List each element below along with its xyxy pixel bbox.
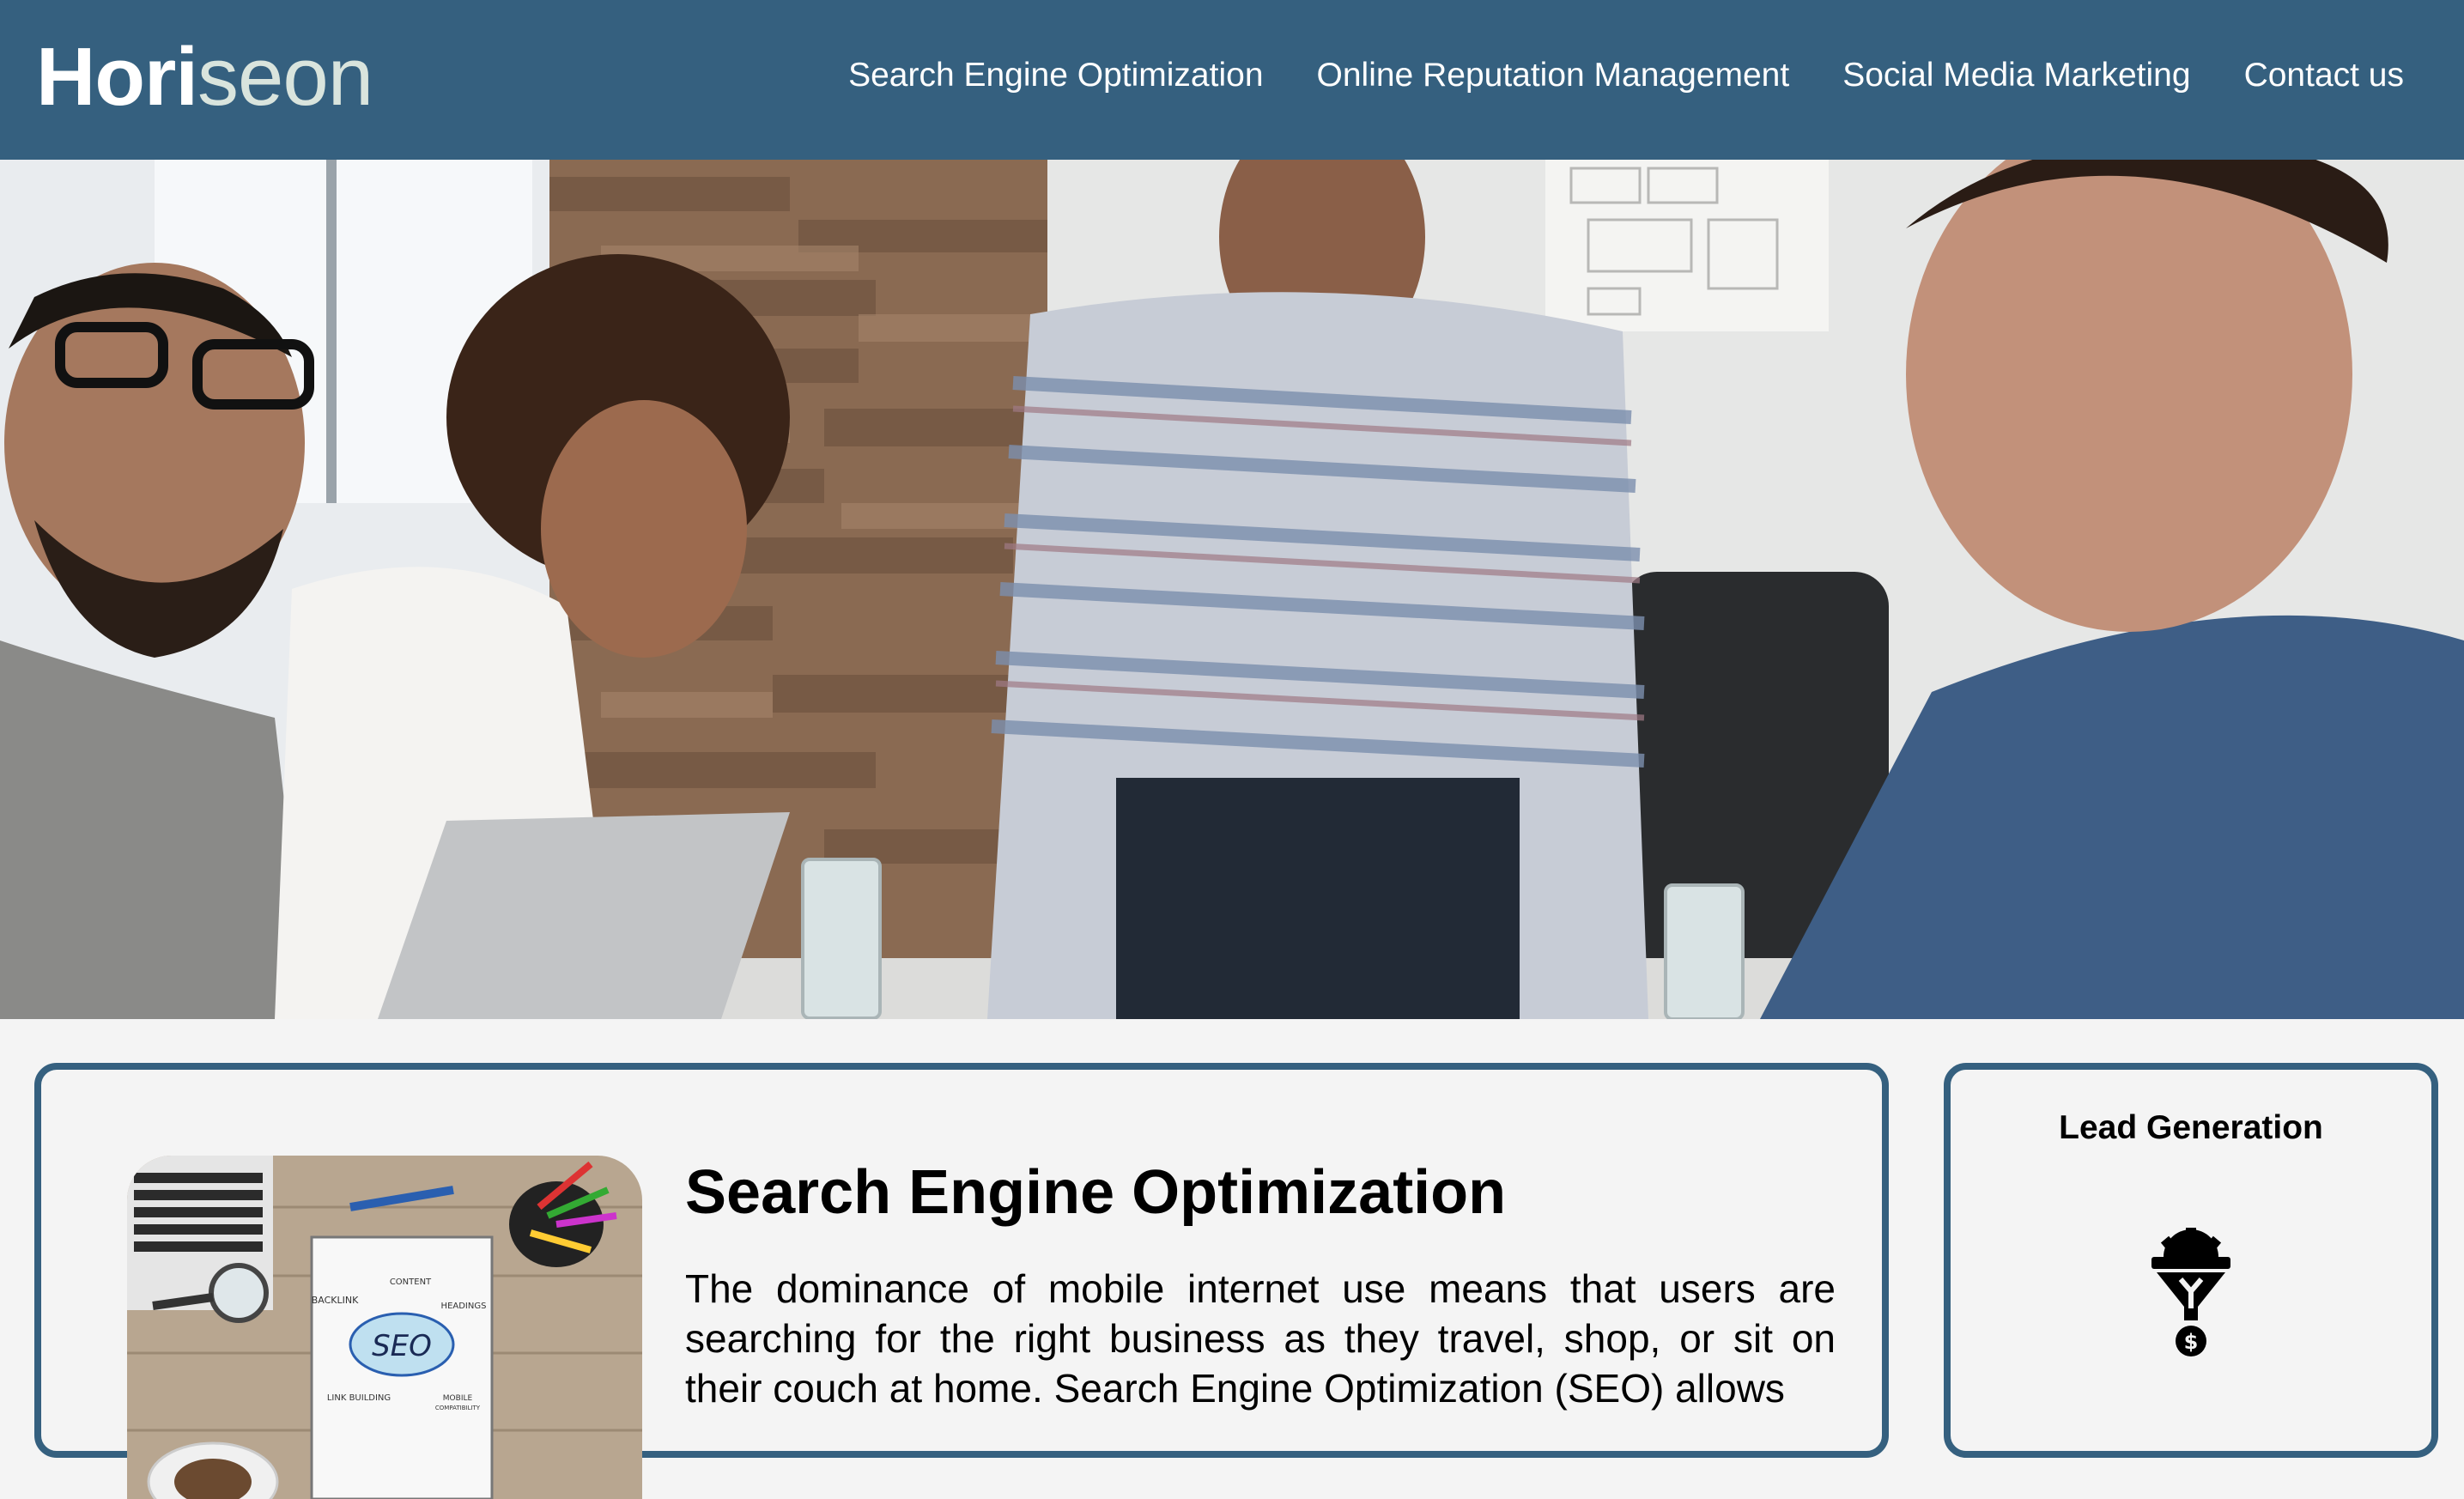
seo-image: SEO CONTENT BACKLINK HEADINGS LINK BUILD…	[127, 1156, 642, 1499]
site-logo[interactable]: Horiseon	[36, 26, 373, 129]
nav-link-reputation[interactable]: Online Reputation Management	[1317, 50, 1790, 101]
seo-description: The dominance of mobile internet use mea…	[685, 1266, 1836, 1411]
headings-label: HEADINGS	[441, 1302, 487, 1311]
hero-image	[0, 160, 2464, 1019]
lead-generation-title: Lead Generation	[2059, 1109, 2323, 1146]
seo-desk-photo: SEO CONTENT BACKLINK HEADINGS LINK BUILD…	[127, 1156, 642, 1499]
lead-generation-funnel-icon: $	[2151, 1228, 2230, 1356]
compatibility-label: COMPATIBILITY	[435, 1405, 481, 1411]
mobile-label: MOBILE	[443, 1394, 473, 1403]
content-label: CONTENT	[390, 1277, 432, 1287]
logo-text-main: Hori	[36, 31, 198, 123]
seo-card: SEO CONTENT BACKLINK HEADINGS LINK BUILD…	[34, 1063, 1889, 1499]
page-title: Search Engine Optimization	[685, 1158, 1507, 1227]
nav-link-social-media[interactable]: Social Media Marketing	[1842, 50, 2190, 101]
logo-text-accent: seon	[197, 31, 373, 123]
nav-link-seo[interactable]: Search Engine Optimization	[848, 50, 1263, 101]
svg-text:$: $	[2184, 1330, 2199, 1354]
seo-label: SEO	[372, 1329, 432, 1363]
nav-link-contact[interactable]: Contact us	[2244, 50, 2404, 101]
team-meeting-photo	[0, 160, 2464, 1019]
main-nav: Search Engine Optimization Online Reputa…	[848, 50, 2404, 101]
link-building-label: LINK BUILDING	[327, 1393, 391, 1403]
site-header: Horiseon Search Engine Optimization Onli…	[0, 0, 2464, 160]
backlink-label: BACKLINK	[312, 1295, 359, 1306]
lead-generation-card: Lead Generation $	[1944, 1063, 2438, 1458]
